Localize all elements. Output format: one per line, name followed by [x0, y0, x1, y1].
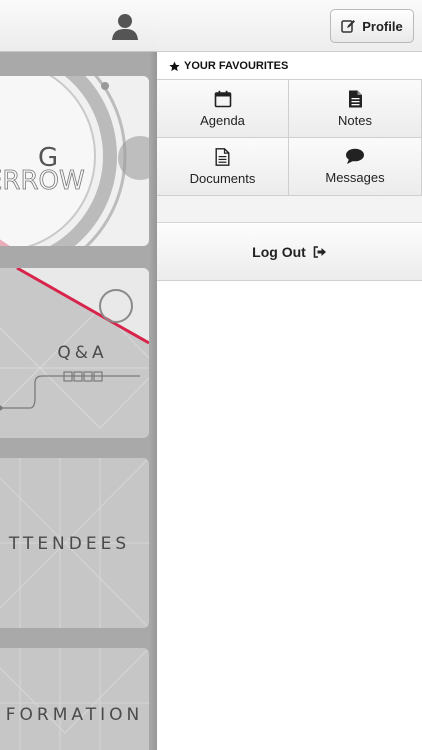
favourite-messages[interactable]: Messages: [289, 138, 422, 196]
favourites-section-title: YOUR FAVOURITES: [157, 52, 422, 80]
favourite-notes[interactable]: Notes: [289, 80, 422, 138]
information-tile-label: FORMATION: [5, 705, 144, 725]
sign-out-icon: [313, 246, 326, 258]
favourite-label-messages: Messages: [325, 170, 385, 185]
logout-button[interactable]: Log Out: [157, 224, 422, 281]
information-help-tile[interactable]: FORMATION: [0, 648, 149, 750]
event-logo-tile[interactable]: G ERROW: [0, 76, 149, 246]
background-app-header: [0, 0, 157, 52]
qa-tile[interactable]: Q&A: [0, 268, 149, 438]
favourites-grid: Agenda Notes Documents Messages: [157, 79, 422, 196]
side-menu-panel: Profile YOUR FAVOURITES Agenda Notes Doc…: [157, 0, 422, 750]
attendees-tile[interactable]: TTENDEES: [0, 458, 149, 628]
menu-spacer: [157, 196, 422, 223]
favourite-label-documents: Documents: [189, 170, 256, 186]
edit-icon: [341, 20, 356, 33]
favourite-label-agenda: Agenda: [200, 112, 245, 128]
calendar-icon: [214, 90, 231, 107]
logout-label: Log Out: [252, 244, 306, 260]
svg-text:ERROW: ERROW: [0, 166, 85, 196]
profile-button[interactable]: Profile: [330, 9, 414, 43]
profile-button-label: Profile: [362, 18, 403, 34]
menu-header: Profile: [157, 0, 422, 52]
favourite-agenda[interactable]: Agenda: [157, 80, 289, 138]
favourite-documents[interactable]: Documents: [157, 138, 289, 196]
file-icon: [348, 90, 362, 107]
user-icon[interactable]: [110, 12, 140, 40]
logo-graphic: G ERROW: [0, 76, 149, 246]
star-icon: [169, 60, 180, 71]
attendees-tile-label: TTENDEES: [8, 534, 131, 554]
favourite-label-notes: Notes: [338, 112, 372, 128]
background-app-pane[interactable]: G ERROW Q&A TT: [0, 0, 157, 750]
pane-shadow: [149, 52, 157, 750]
document-icon: [215, 147, 230, 166]
qa-tile-label: Q&A: [57, 343, 108, 363]
info-tile-pattern: [0, 648, 149, 750]
chat-bubble-icon: [346, 148, 364, 164]
favourites-title-text: YOUR FAVOURITES: [184, 60, 289, 72]
